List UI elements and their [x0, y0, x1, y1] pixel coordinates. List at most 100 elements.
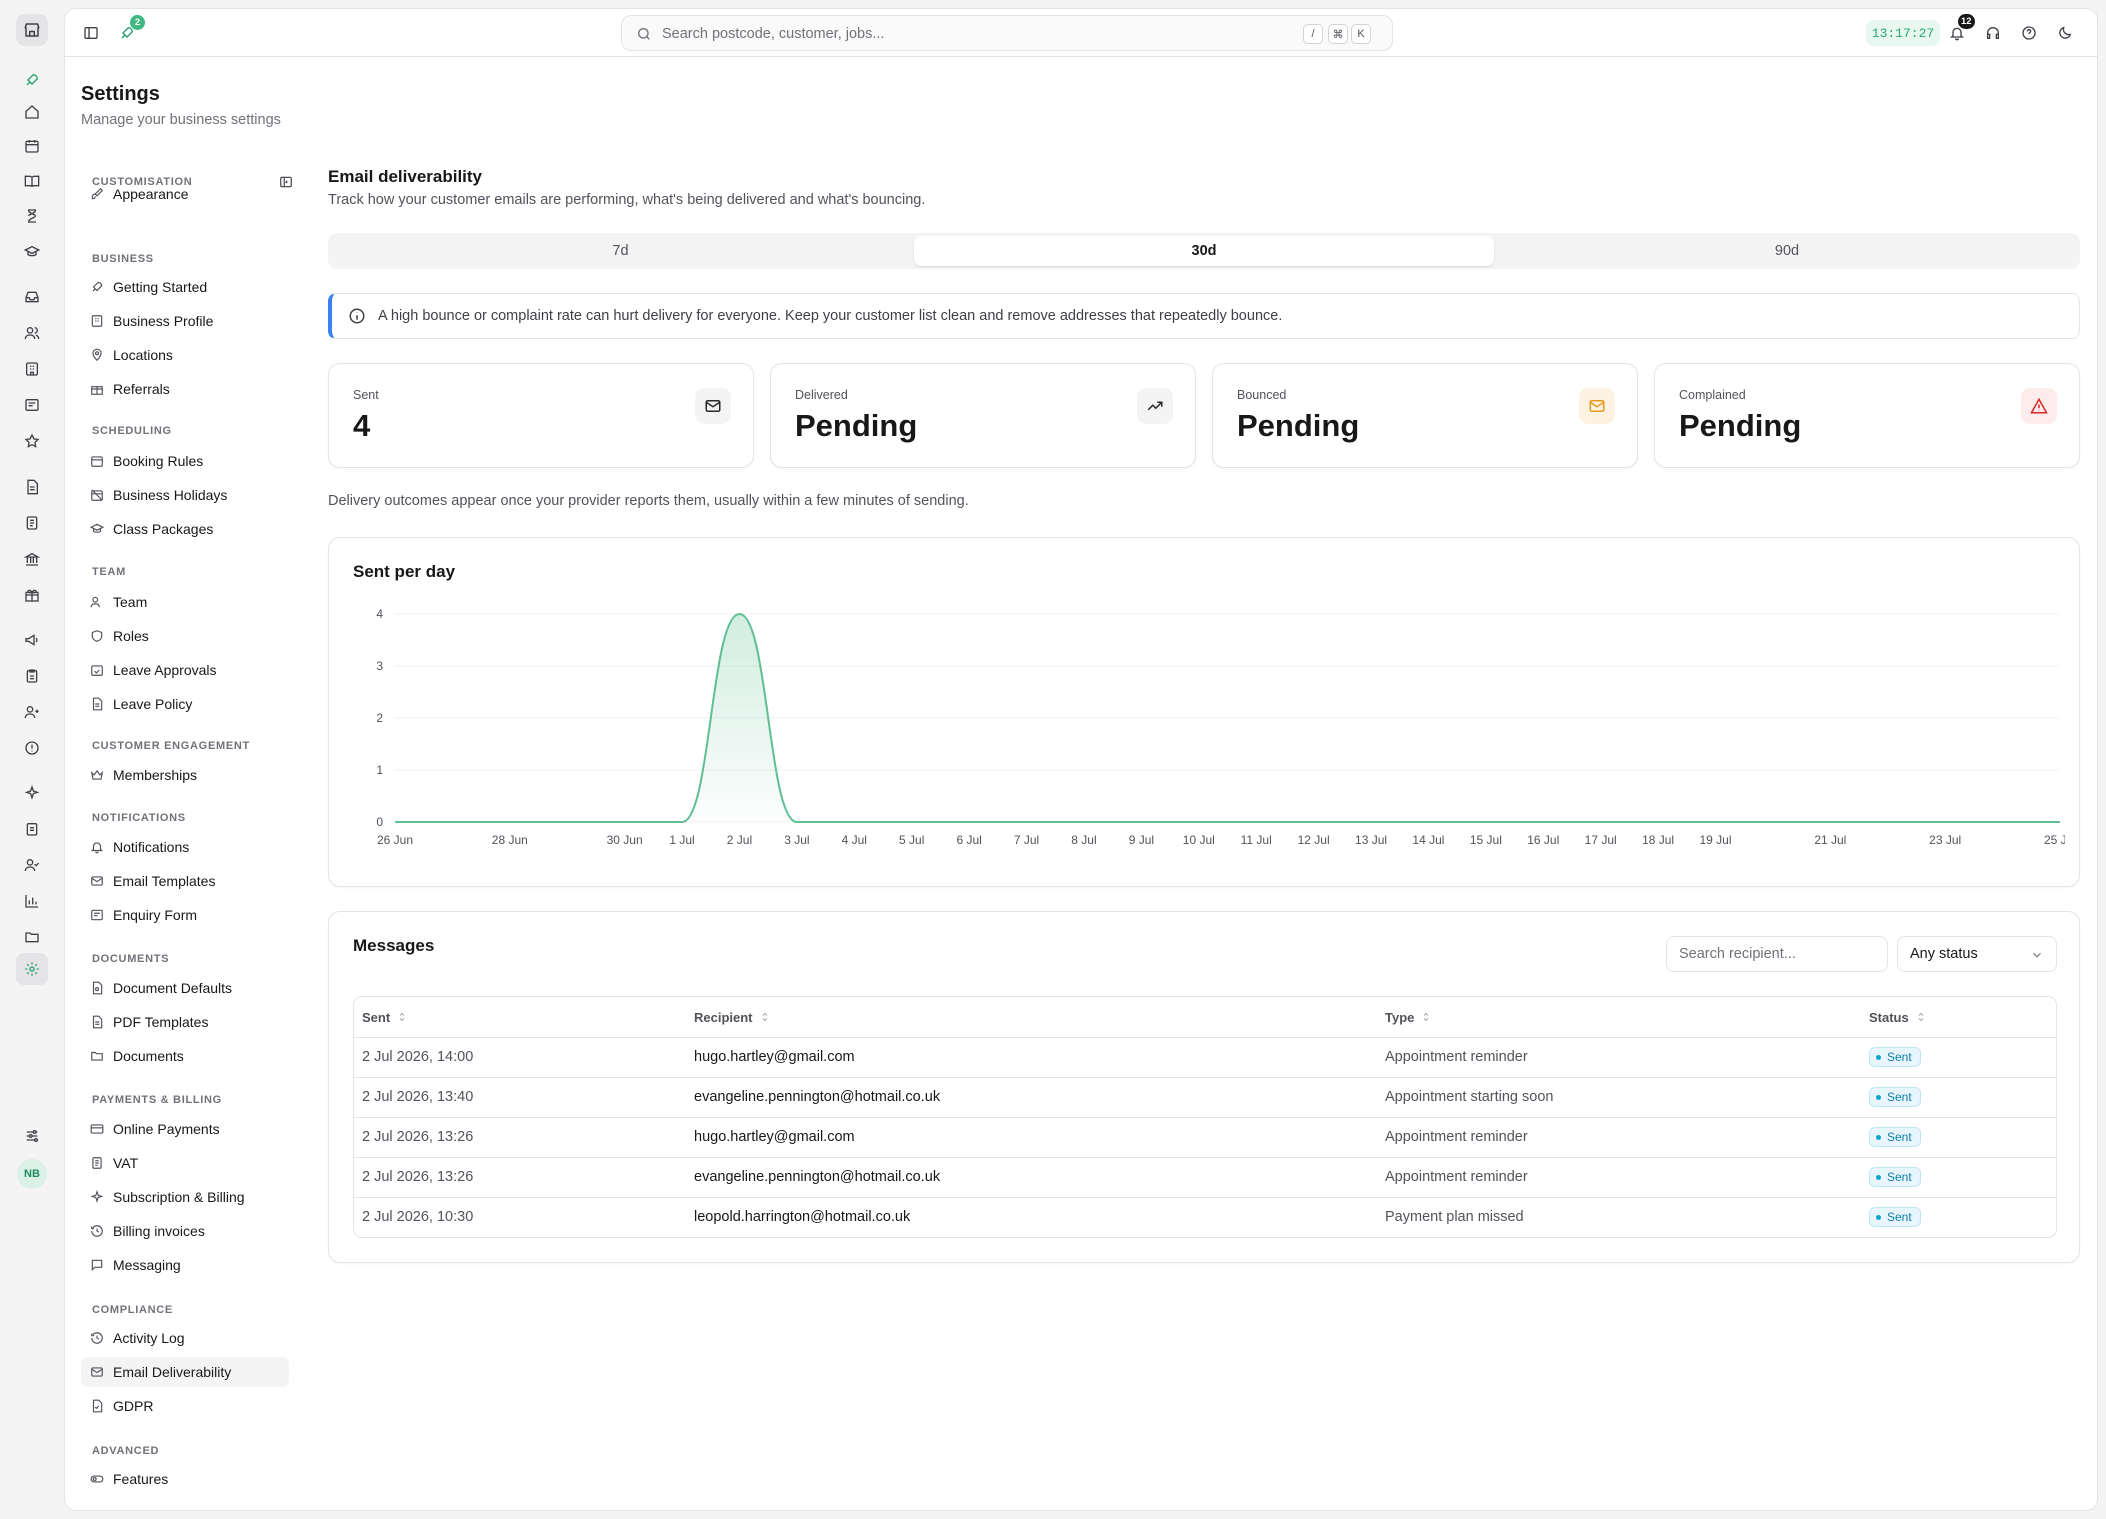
- gift-icon[interactable]: [22, 585, 42, 605]
- section-customer-engagement: CUSTOMER ENGAGEMENT: [92, 740, 250, 752]
- mail-icon: [89, 873, 105, 889]
- nav-item-email-deliverability[interactable]: Email Deliverability: [81, 1357, 289, 1387]
- section-advanced: ADVANCED: [92, 1445, 160, 1457]
- nav-item-online-payments[interactable]: Online Payments: [81, 1114, 289, 1144]
- clipboard-icon[interactable]: [22, 666, 42, 686]
- table-row[interactable]: 2 Jul 2026, 13:26 evangeline.pennington@…: [354, 1157, 2056, 1197]
- y-tick-label: 3: [376, 659, 383, 673]
- nav-item-gdpr[interactable]: GDPR: [81, 1391, 289, 1421]
- card-list-icon[interactable]: [22, 395, 42, 415]
- table-row[interactable]: 2 Jul 2026, 13:40 evangeline.pennington@…: [354, 1077, 2056, 1117]
- global-search-input[interactable]: Search postcode, customer, jobs... / ⌘ K: [621, 15, 1393, 51]
- nav-item-team[interactable]: Team: [81, 587, 289, 617]
- status-badge: Sent: [1869, 1047, 1921, 1067]
- help-icon[interactable]: [2019, 23, 2039, 43]
- nav-item-pdf-templates[interactable]: PDF Templates: [81, 1007, 289, 1037]
- nav-item-email-templates[interactable]: Email Templates: [81, 866, 289, 896]
- delivery-note: Delivery outcomes appear once your provi…: [328, 493, 969, 509]
- bank-icon[interactable]: [22, 549, 42, 569]
- nav-item-subscription-billing[interactable]: Subscription & Billing: [81, 1182, 289, 1212]
- headset-icon[interactable]: [1983, 23, 2003, 43]
- user-avatar[interactable]: NB: [17, 1159, 47, 1189]
- nav-item-documents[interactable]: Documents: [81, 1041, 289, 1071]
- mail-check-icon: [89, 1364, 105, 1380]
- star-icon[interactable]: [22, 431, 42, 451]
- chevron-down-icon: [2030, 948, 2044, 962]
- table-row[interactable]: 2 Jul 2026, 14:00 hugo.hartley@gmail.com…: [354, 1037, 2056, 1077]
- receipt-icon: [89, 1155, 105, 1171]
- tab-90d[interactable]: 90d: [1497, 236, 2077, 266]
- settings-gear-icon[interactable]: [16, 953, 48, 985]
- nav-item-vat[interactable]: VAT: [81, 1148, 289, 1178]
- tab-30d[interactable]: 30d: [914, 236, 1494, 266]
- nav-item-business-holidays[interactable]: Business Holidays: [81, 480, 289, 510]
- table-row[interactable]: 2 Jul 2026, 13:26 hugo.hartley@gmail.com…: [354, 1117, 2056, 1157]
- user-check-icon[interactable]: [22, 855, 42, 875]
- nav-item-booking-rules[interactable]: Booking Rules: [81, 446, 289, 476]
- clock-display: 13:17:27: [1866, 20, 1940, 46]
- rocket-icon[interactable]: [22, 70, 42, 90]
- nav-item-appearance[interactable]: Appearance: [81, 179, 289, 209]
- nav-item-enquiry-form[interactable]: Enquiry Form: [81, 900, 289, 930]
- brush-icon: [89, 186, 105, 202]
- column-header-status[interactable]: Status: [1869, 997, 1927, 1037]
- file-text-icon: [89, 1014, 105, 1030]
- calendar-icon[interactable]: [22, 136, 42, 156]
- sidebar-toggle-icon[interactable]: [81, 23, 101, 43]
- recipient-search-input[interactable]: Search recipient...: [1666, 936, 1888, 972]
- alert-circle-icon[interactable]: [22, 738, 42, 758]
- column-header-recipient[interactable]: Recipient: [694, 997, 771, 1037]
- nav-item-billing-invoices[interactable]: Billing invoices: [81, 1216, 289, 1246]
- nav-item-messaging[interactable]: Messaging: [81, 1250, 289, 1280]
- nav-item-document-defaults[interactable]: Document Defaults: [81, 973, 289, 1003]
- nav-item-business-profile[interactable]: Business Profile: [81, 306, 289, 336]
- nav-item-activity-log[interactable]: Activity Log: [81, 1323, 289, 1353]
- sent-per-day-card: Sent per day 0 1 2 3 4 26 Jun 28 Jun 30 Jun 1 Ju…: [328, 537, 2080, 887]
- file-text-icon[interactable]: [22, 477, 42, 497]
- clipboard-list-icon[interactable]: [22, 819, 42, 839]
- nav-item-roles[interactable]: Roles: [81, 621, 289, 651]
- nav-item-referrals[interactable]: Referrals: [81, 374, 289, 404]
- bar-chart-icon[interactable]: [22, 891, 42, 911]
- calendar-check-icon: [89, 662, 105, 678]
- receipt-icon[interactable]: [22, 513, 42, 533]
- inbox-icon[interactable]: [22, 287, 42, 307]
- x-tick-label: 3 Jul: [784, 833, 809, 847]
- nav-item-memberships[interactable]: Memberships: [81, 760, 289, 790]
- sliders-icon[interactable]: [22, 1126, 42, 1146]
- nav-item-locations[interactable]: Locations: [81, 340, 289, 370]
- nav-item-features[interactable]: Features: [81, 1464, 289, 1494]
- users-icon[interactable]: [22, 323, 42, 343]
- store-logo-icon[interactable]: [16, 14, 48, 46]
- folder-icon[interactable]: [22, 927, 42, 947]
- nav-item-leave-policy[interactable]: Leave Policy: [81, 689, 289, 719]
- home-icon[interactable]: [22, 102, 42, 122]
- tab-7d[interactable]: 7d: [331, 236, 910, 266]
- top-bar: 2 Search postcode, customer, jobs... / ⌘…: [65, 9, 2097, 57]
- chart-title: Sent per day: [353, 562, 456, 581]
- nav-item-getting-started[interactable]: Getting Started: [81, 272, 289, 302]
- mail-warning-icon: [1579, 388, 1615, 424]
- building-icon[interactable]: [22, 359, 42, 379]
- column-header-sent[interactable]: Sent: [362, 997, 408, 1037]
- x-tick-label: 13 Jul: [1355, 833, 1387, 847]
- sent-per-day-chart: 0 1 2 3 4 26 Jun 28 Jun 30 Jun 1 Jul 2 Jul 3 Jul 4 …: [376, 607, 2065, 847]
- dark-mode-moon-icon[interactable]: [2055, 23, 2075, 43]
- table-row[interactable]: 2 Jul 2026, 10:30 leopold.harrington@hot…: [354, 1197, 2056, 1237]
- status-filter-select[interactable]: Any status: [1897, 936, 2057, 972]
- nav-item-class-packages[interactable]: Class Packages: [81, 514, 289, 544]
- x-tick-label: 10 Jul: [1183, 833, 1215, 847]
- column-header-type[interactable]: Type: [1385, 997, 1432, 1037]
- form-icon: [89, 907, 105, 923]
- onboarding-badge: 2: [130, 15, 145, 30]
- hourglass-icon[interactable]: [22, 206, 42, 226]
- megaphone-icon[interactable]: [22, 630, 42, 650]
- nav-item-notifications[interactable]: Notifications: [81, 832, 289, 862]
- graduation-cap-icon[interactable]: [22, 242, 42, 262]
- nav-item-leave-approvals[interactable]: Leave Approvals: [81, 655, 289, 685]
- sparkles-icon[interactable]: [22, 783, 42, 803]
- y-tick-label: 0: [376, 815, 383, 829]
- book-icon[interactable]: [22, 171, 42, 191]
- stat-card-bounced: Bounced Pending: [1212, 363, 1638, 468]
- users-group-icon[interactable]: [22, 702, 42, 722]
